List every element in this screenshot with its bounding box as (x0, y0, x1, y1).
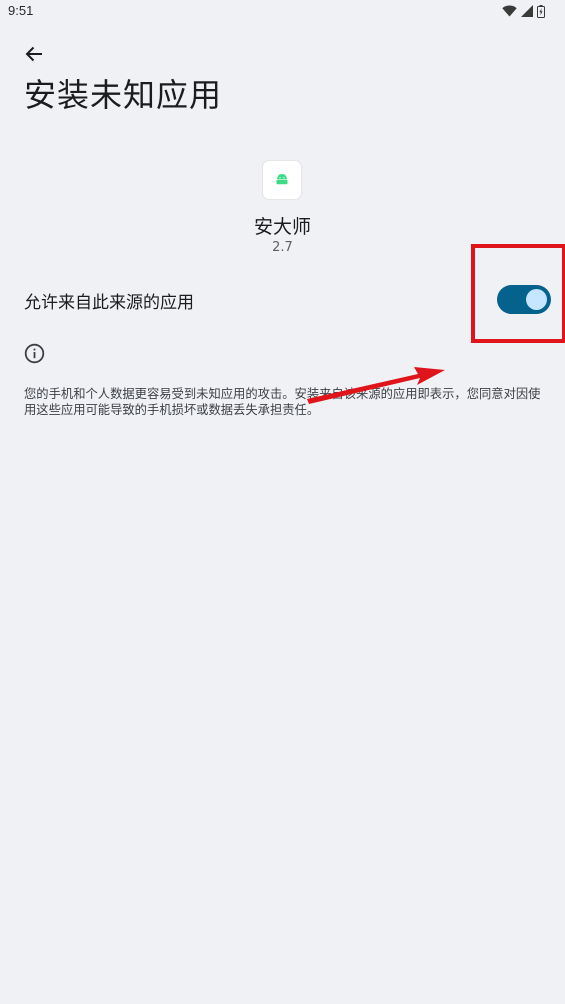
battery-icon (537, 4, 545, 18)
info-icon (24, 343, 45, 364)
status-icons (502, 3, 545, 19)
warning-text: 您的手机和个人数据更容易受到未知应用的攻击。安装来自该来源的应用即表示，您同意对… (24, 387, 541, 417)
arrow-back-icon (25, 46, 42, 62)
page-title: 安装未知应用 (24, 76, 223, 114)
status-time: 9:51 (8, 3, 34, 18)
app-name: 安大师 (253, 216, 311, 238)
wifi-icon (502, 5, 517, 17)
install-unknown-apps-screen: 9:51 安装未知应用 安大师 2.7 允许来自此来源的应用 您的手机和个人数据… (0, 0, 565, 1004)
android-icon (276, 174, 288, 185)
highlight-annotation-box (471, 244, 565, 343)
setting-label: 允许来自此来源的应用 (24, 293, 194, 313)
back-button[interactable] (20, 40, 48, 68)
app-icon (263, 161, 301, 199)
status-bar: 9:51 (0, 0, 565, 24)
signal-icon (521, 5, 533, 17)
annotation-arrow-icon (307, 367, 445, 404)
